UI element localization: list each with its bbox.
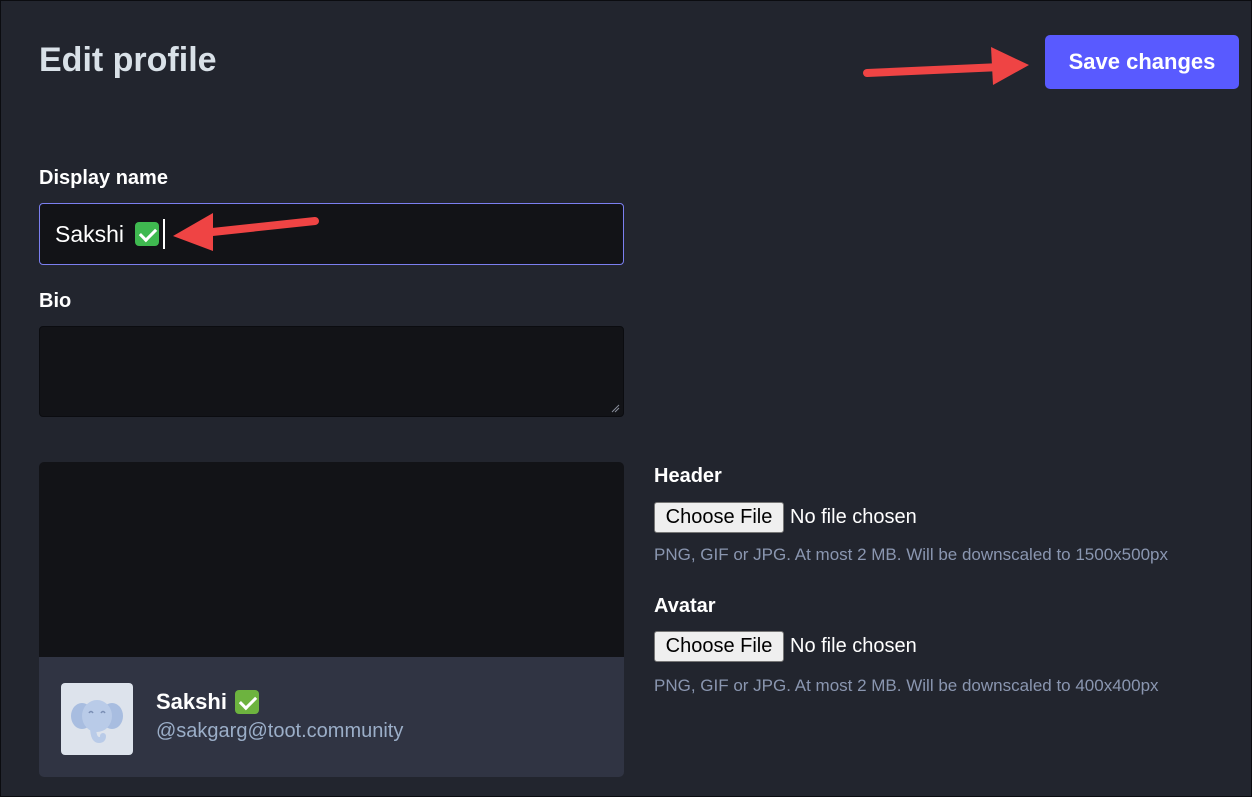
header-file-status: No file chosen [790,506,917,528]
check-mark-emoji-icon [234,690,259,714]
avatar-label: Avatar [654,595,716,617]
preview-display-name: Sakshi [156,689,259,715]
edit-profile-page: Edit profile Save changes Display name S… [0,0,1252,797]
header-label: Header [654,465,722,487]
bio-label: Bio [39,290,72,312]
preview-header-image [39,462,624,657]
display-name-value: Sakshi [55,220,125,247]
display-name-label: Display name [39,167,168,189]
display-name-input[interactable]: Sakshi [39,203,624,265]
preview-name-text: Sakshi [156,689,227,714]
preview-footer: Sakshi @sakgarg@toot.community [39,657,624,777]
avatar-file-input: Choose File No file chosen [654,631,917,662]
profile-preview-card: Sakshi @sakgarg@toot.community [39,462,624,777]
header-hint: PNG, GIF or JPG. At most 2 MB. Will be d… [654,545,1168,564]
save-changes-button[interactable]: Save changes [1045,35,1239,89]
mastodon-elephant-icon [71,700,123,744]
check-mark-emoji-icon [135,222,160,246]
avatar-choose-file-button[interactable]: Choose File [654,631,784,662]
avatar [61,683,133,755]
text-cursor [163,219,166,249]
header-file-input: Choose File No file chosen [654,502,917,533]
preview-handle: @sakgarg@toot.community [156,720,404,742]
header-choose-file-button[interactable]: Choose File [654,502,784,533]
resize-grip-icon[interactable] [610,403,620,413]
bio-textarea[interactable] [39,326,624,417]
avatar-hint: PNG, GIF or JPG. At most 2 MB. Will be d… [654,676,1159,695]
arrow-to-save-button-icon [863,47,1029,85]
avatar-file-status: No file chosen [790,635,917,657]
page-title: Edit profile [39,41,217,79]
